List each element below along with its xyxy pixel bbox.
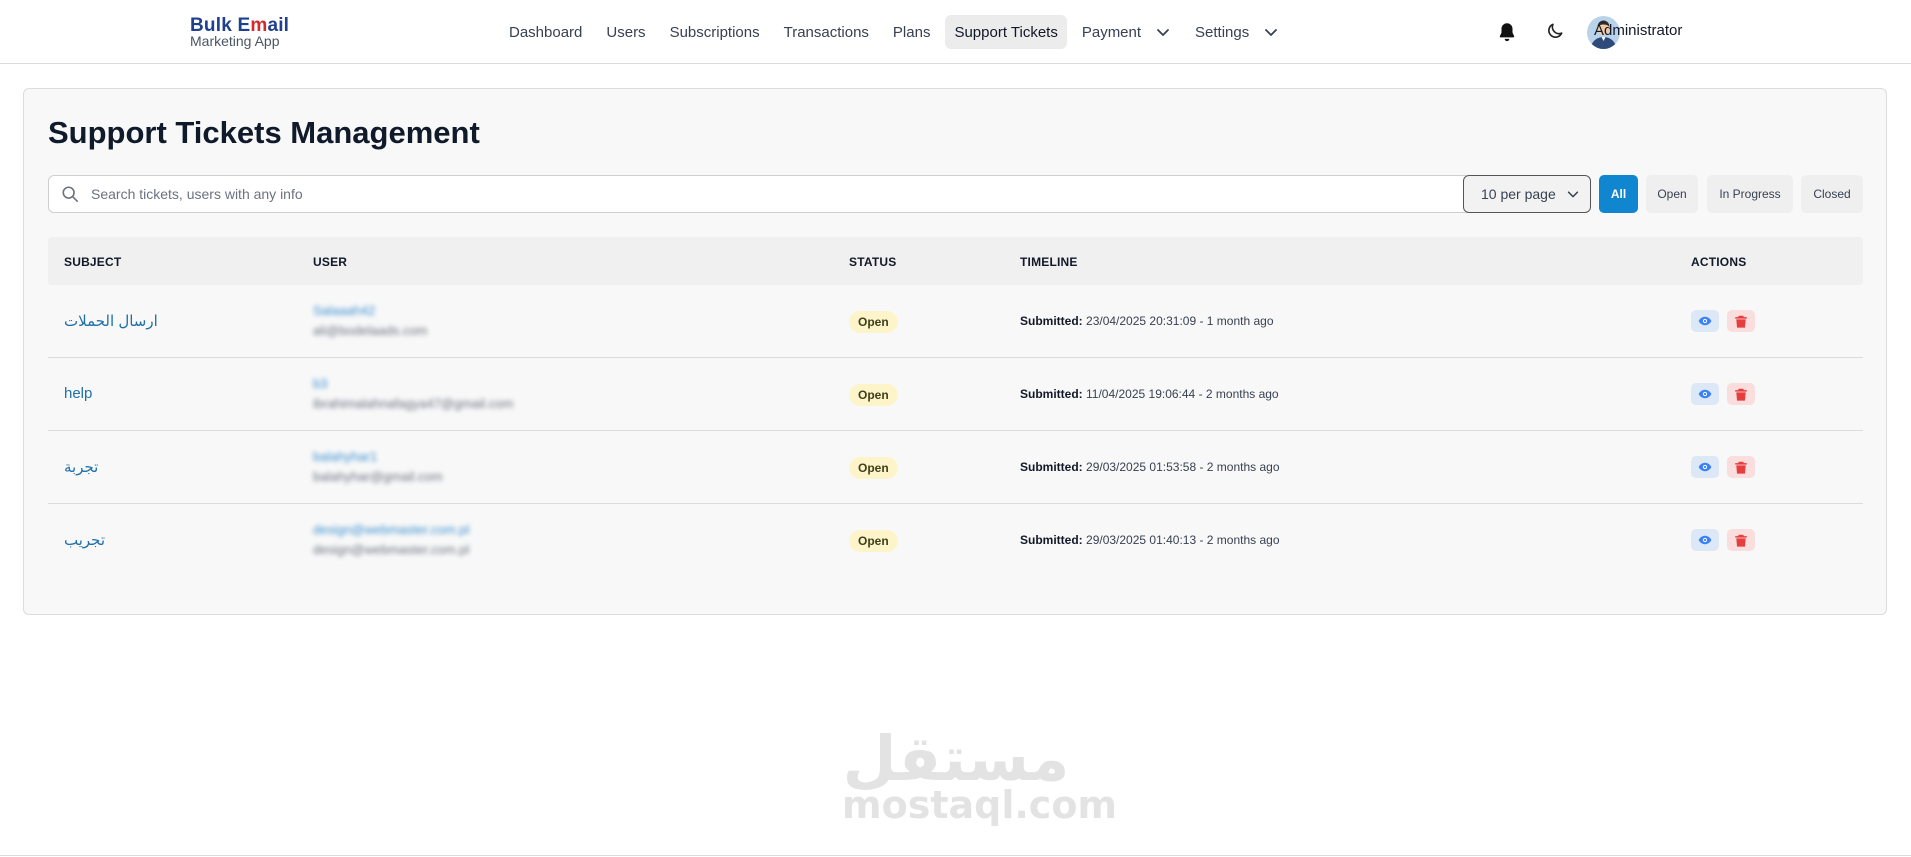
user-email: ibrahimalahnafagya47@gmail.com xyxy=(313,396,514,411)
filter-open-button[interactable]: Open xyxy=(1646,175,1698,213)
nav-settings[interactable]: Settings xyxy=(1186,15,1288,49)
brand-logo[interactable]: Bulk Email Marketing App xyxy=(190,16,289,48)
user-name[interactable]: balahyhar1 xyxy=(313,449,377,464)
view-button[interactable] xyxy=(1691,529,1719,551)
footer-divider xyxy=(0,855,1911,856)
status-badge: Open xyxy=(849,311,898,333)
col-timeline[interactable]: TIMELINE xyxy=(1020,255,1078,269)
delete-button[interactable] xyxy=(1727,383,1755,405)
eye-icon xyxy=(1698,462,1712,472)
filter-in-progress-button[interactable]: In Progress xyxy=(1707,175,1793,213)
nav-support-tickets[interactable]: Support Tickets xyxy=(945,15,1067,49)
ticket-subject-link[interactable]: ارسال الحملات xyxy=(64,312,158,330)
bell-icon[interactable] xyxy=(1496,21,1518,43)
trash-icon xyxy=(1735,534,1747,547)
status-badge: Open xyxy=(849,384,898,406)
per-page-value: 10 per page xyxy=(1481,186,1556,202)
eye-icon xyxy=(1698,535,1712,545)
nav-transactions[interactable]: Transactions xyxy=(775,15,878,49)
main-nav: Dashboard Users Subscriptions Transactio… xyxy=(500,15,1294,49)
search-input[interactable] xyxy=(91,186,1470,202)
user-name[interactable]: design@webmaster.com.pl xyxy=(313,522,469,537)
status-badge: Open xyxy=(849,530,898,552)
nav-subscriptions[interactable]: Subscriptions xyxy=(661,15,769,49)
top-navbar: Bulk Email Marketing App Dashboard Users… xyxy=(0,0,1911,64)
page-title: Support Tickets Management xyxy=(48,115,480,150)
table-row: ارسال الحملات Salaaah42 ali@bodelaads.co… xyxy=(48,285,1863,358)
watermark-arabic: مستقل xyxy=(842,722,1070,795)
filter-all-button[interactable]: All xyxy=(1599,175,1638,213)
view-button[interactable] xyxy=(1691,456,1719,478)
chevron-down-icon xyxy=(1157,29,1169,36)
ticket-timeline: Submitted: 23/04/2025 20:31:09 - 1 month… xyxy=(1020,314,1274,328)
ticket-timeline: Submitted: 29/03/2025 01:53:58 - 2 month… xyxy=(1020,460,1280,474)
eye-icon xyxy=(1698,389,1712,399)
view-button[interactable] xyxy=(1691,383,1719,405)
search-icon xyxy=(62,186,79,203)
nav-plans[interactable]: Plans xyxy=(884,15,940,49)
tickets-card: Support Tickets Management 10 per page A… xyxy=(23,88,1887,615)
per-page-select[interactable]: 10 per page xyxy=(1463,175,1591,213)
user-name[interactable]: b3 xyxy=(313,376,327,391)
col-status[interactable]: STATUS xyxy=(849,255,896,269)
nav-dashboard[interactable]: Dashboard xyxy=(500,15,591,49)
user-email: balahyhar@gmail.com xyxy=(313,469,443,484)
trash-icon xyxy=(1735,461,1747,474)
user-email: design@webmaster.com.pl xyxy=(313,542,470,557)
col-subject[interactable]: SUBJECT xyxy=(64,255,121,269)
view-button[interactable] xyxy=(1691,310,1719,332)
watermark: مستقل mostaql.com xyxy=(842,722,1118,827)
trash-icon xyxy=(1735,315,1747,328)
user-name[interactable]: Salaaah42 xyxy=(313,303,375,318)
chevron-down-icon xyxy=(1265,29,1278,36)
ticket-timeline: Submitted: 11/04/2025 19:06:44 - 2 month… xyxy=(1020,387,1279,401)
filter-closed-button[interactable]: Closed xyxy=(1801,175,1863,213)
table-header: SUBJECT USER STATUS TIMELINE ACTIONS xyxy=(48,237,1863,285)
chevron-down-icon xyxy=(1567,191,1579,198)
delete-button[interactable] xyxy=(1727,529,1755,551)
table-row: تجريب design@webmaster.com.pl design@web… xyxy=(48,504,1863,577)
brand-line2: Marketing App xyxy=(190,33,280,49)
admin-name[interactable]: Administrator xyxy=(1594,22,1682,39)
nav-users[interactable]: Users xyxy=(597,15,654,49)
delete-button[interactable] xyxy=(1727,310,1755,332)
ticket-subject-link[interactable]: تجريب xyxy=(64,531,105,549)
trash-icon xyxy=(1735,388,1747,401)
table-row: تجربة balahyhar1 balahyhar@gmail.com Ope… xyxy=(48,431,1863,504)
search-box[interactable] xyxy=(48,175,1471,213)
delete-button[interactable] xyxy=(1727,456,1755,478)
status-badge: Open xyxy=(849,457,898,479)
eye-icon xyxy=(1698,316,1712,326)
col-actions: ACTIONS xyxy=(1691,255,1747,269)
ticket-subject-link[interactable]: تجربة xyxy=(64,458,98,476)
ticket-subject-link[interactable]: help xyxy=(64,385,92,402)
table-row: help b3 ibrahimalahnafagya47@gmail.com O… xyxy=(48,358,1863,431)
col-user[interactable]: USER xyxy=(313,255,347,269)
user-email: ali@bodelaads.com xyxy=(313,323,428,338)
nav-payment[interactable]: Payment xyxy=(1073,15,1180,49)
moon-icon[interactable] xyxy=(1545,21,1565,41)
watermark-latin: mostaql.com xyxy=(842,783,1118,827)
ticket-timeline: Submitted: 29/03/2025 01:40:13 - 2 month… xyxy=(1020,533,1280,547)
